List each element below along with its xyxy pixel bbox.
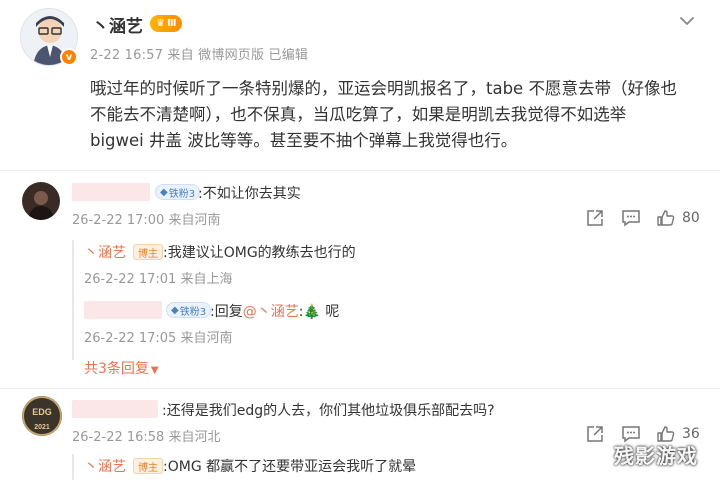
svg-text:EDG: EDG <box>32 407 52 417</box>
fan-diamond-icon: ◆ <box>160 186 168 198</box>
comment-meta: 26-2-22 16:58 来自河北 <box>72 430 221 445</box>
verified-badge: v <box>60 48 78 66</box>
reply-author-redacted[interactable] <box>84 301 162 319</box>
caret-down-icon: ▼ <box>150 365 159 376</box>
reply-author[interactable]: 丶涵艺 <box>84 242 126 262</box>
svg-text:2021: 2021 <box>34 424 50 431</box>
comment-text: :不如让你去其实 <box>198 186 301 202</box>
post-text: 哦过年的时候听了一条特别爆的，亚运会明凯报名了，tabe 不愿意去带（好像也 不… <box>90 79 677 150</box>
like-icon[interactable] <box>656 208 676 228</box>
more-replies-link[interactable]: 共3条回复 ▼ <box>84 358 159 378</box>
commenter-avatar[interactable] <box>22 182 60 220</box>
fan-badge: ◆ 铁粉3 <box>155 184 201 200</box>
commenter-avatar[interactable]: EDG 2021 <box>22 396 62 436</box>
blogger-badge: 博主 <box>133 458 163 474</box>
share-icon[interactable] <box>585 208 605 228</box>
blogger-badge: 博主 <box>133 244 163 260</box>
fan-badge: ◆ 铁粉3 <box>166 302 212 318</box>
commenter-name-redacted[interactable] <box>72 400 158 418</box>
reply-text: :我建议让OMG的教练去也行的 <box>163 245 356 261</box>
like-count: 80 <box>682 210 700 226</box>
mention-link[interactable]: @丶涵艺 <box>243 304 299 320</box>
post-meta: 2-22 16:57 来自 微博网页版 已编辑 <box>90 48 309 63</box>
reply-meta: 26-2-22 17:05 来自河南 <box>84 331 233 346</box>
author-name[interactable]: 丶涵艺 <box>92 12 143 37</box>
reply-thread-line <box>72 240 74 360</box>
fan-diamond-icon: ◆ <box>171 304 179 316</box>
comment-meta: 26-2-22 17:00 来自河南 <box>72 213 221 228</box>
reply-author[interactable]: 丶涵艺 <box>84 456 126 476</box>
watermark: 残影游戏 <box>614 444 698 468</box>
crown-icon: ♛ <box>156 18 165 29</box>
divider <box>0 388 720 389</box>
reply-meta: 26-2-22 17:01 来自上海 <box>84 272 233 287</box>
share-icon[interactable] <box>585 424 605 444</box>
comment-icon[interactable] <box>621 208 641 228</box>
level-badge: ♛ Ⅲ <box>150 15 183 32</box>
comment-text: :还得是我们edg的人去，你们其他垃圾俱乐部配去吗? <box>162 403 495 419</box>
divider <box>0 170 720 171</box>
chevron-down-icon[interactable] <box>676 10 698 32</box>
reply-text: :OMG 都赢不了还要带亚运会我听了就晕 <box>163 459 417 475</box>
reply-thread-line <box>72 454 74 480</box>
reply-text: :回复@丶涵艺:🎄 呢 <box>210 304 340 320</box>
commenter-name-redacted[interactable] <box>72 183 150 201</box>
